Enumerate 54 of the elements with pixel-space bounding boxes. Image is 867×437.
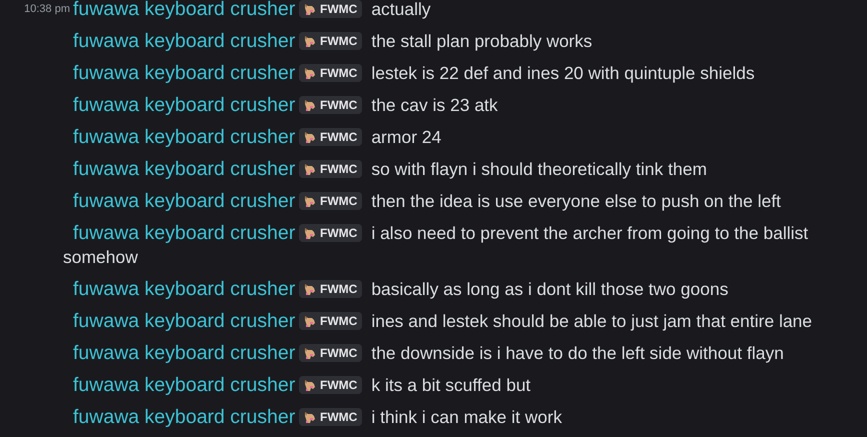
username[interactable]: fuwawa keyboard crusher: [73, 406, 294, 428]
username[interactable]: fuwawa keyboard crusher: [73, 94, 294, 116]
username[interactable]: fuwawa keyboard crusher: [73, 158, 294, 180]
message-text: so with flayn i should theoretically tink them: [371, 158, 707, 180]
message-text: the stall plan probably works: [371, 30, 592, 52]
message-text: then the idea is use everyone else to push on the left: [371, 190, 781, 212]
server-tag[interactable]: FWMC: [299, 224, 362, 242]
server-tag[interactable]: FWMC: [299, 192, 362, 210]
dog-icon: [303, 194, 317, 208]
server-tag[interactable]: FWMC: [299, 280, 362, 298]
dog-icon: [303, 34, 317, 48]
username[interactable]: fuwawa keyboard crusher: [73, 222, 294, 244]
server-tag[interactable]: FWMC: [299, 376, 362, 394]
server-tag[interactable]: FWMC: [299, 64, 362, 82]
dog-icon: [303, 378, 317, 392]
server-tag[interactable]: FWMC: [299, 408, 362, 426]
server-tag[interactable]: FWMC: [299, 0, 362, 18]
username[interactable]: fuwawa keyboard crusher: [73, 30, 294, 52]
message-text: ines and lestek should be able to just jam that entire lane: [371, 310, 812, 332]
username[interactable]: fuwawa keyboard crusher: [73, 342, 294, 364]
message-text: lestek is 22 def and ines 20 with quintuple shields: [371, 62, 755, 84]
message-text: basically as long as i dont kill those two goons: [371, 278, 728, 300]
dog-icon: [303, 346, 317, 360]
server-tag[interactable]: FWMC: [299, 128, 362, 146]
dog-icon: [303, 98, 317, 112]
message-text: i also need to prevent the archer from going to the ballist: [371, 222, 808, 244]
username[interactable]: fuwawa keyboard crusher: [73, 126, 294, 148]
username[interactable]: fuwawa keyboard crusher: [73, 190, 294, 212]
server-tag[interactable]: FWMC: [299, 32, 362, 50]
message-text: the cav is 23 atk: [371, 94, 498, 116]
username[interactable]: fuwawa keyboard crusher: [73, 374, 294, 396]
dog-icon: [303, 162, 317, 176]
dog-icon: [303, 2, 317, 16]
message-text: i think i can make it work: [371, 406, 562, 428]
server-tag[interactable]: FWMC: [299, 160, 362, 178]
server-tag[interactable]: FWMC: [299, 96, 362, 114]
dog-icon: [303, 226, 317, 240]
username[interactable]: fuwawa keyboard crusher: [73, 62, 294, 84]
dog-icon: [303, 410, 317, 424]
message-text: the downside is i have to do the left side without flayn: [371, 342, 784, 364]
message-text: actually: [371, 0, 431, 20]
username[interactable]: fuwawa keyboard crusher: [73, 310, 294, 332]
username[interactable]: fuwawa keyboard crusher: [73, 0, 294, 20]
message-text: armor 24: [371, 126, 442, 148]
message-text: somehow: [62, 246, 139, 269]
dog-icon: [303, 130, 317, 144]
dog-icon: [303, 66, 317, 80]
dog-icon: [303, 282, 317, 296]
message-text: k its a bit scuffed but: [371, 374, 531, 396]
username[interactable]: fuwawa keyboard crusher: [73, 278, 294, 300]
dog-icon: [303, 314, 317, 328]
server-tag[interactable]: FWMC: [299, 312, 362, 330]
server-tag[interactable]: FWMC: [299, 344, 362, 362]
timestamp: 10:38 pm: [24, 3, 70, 15]
